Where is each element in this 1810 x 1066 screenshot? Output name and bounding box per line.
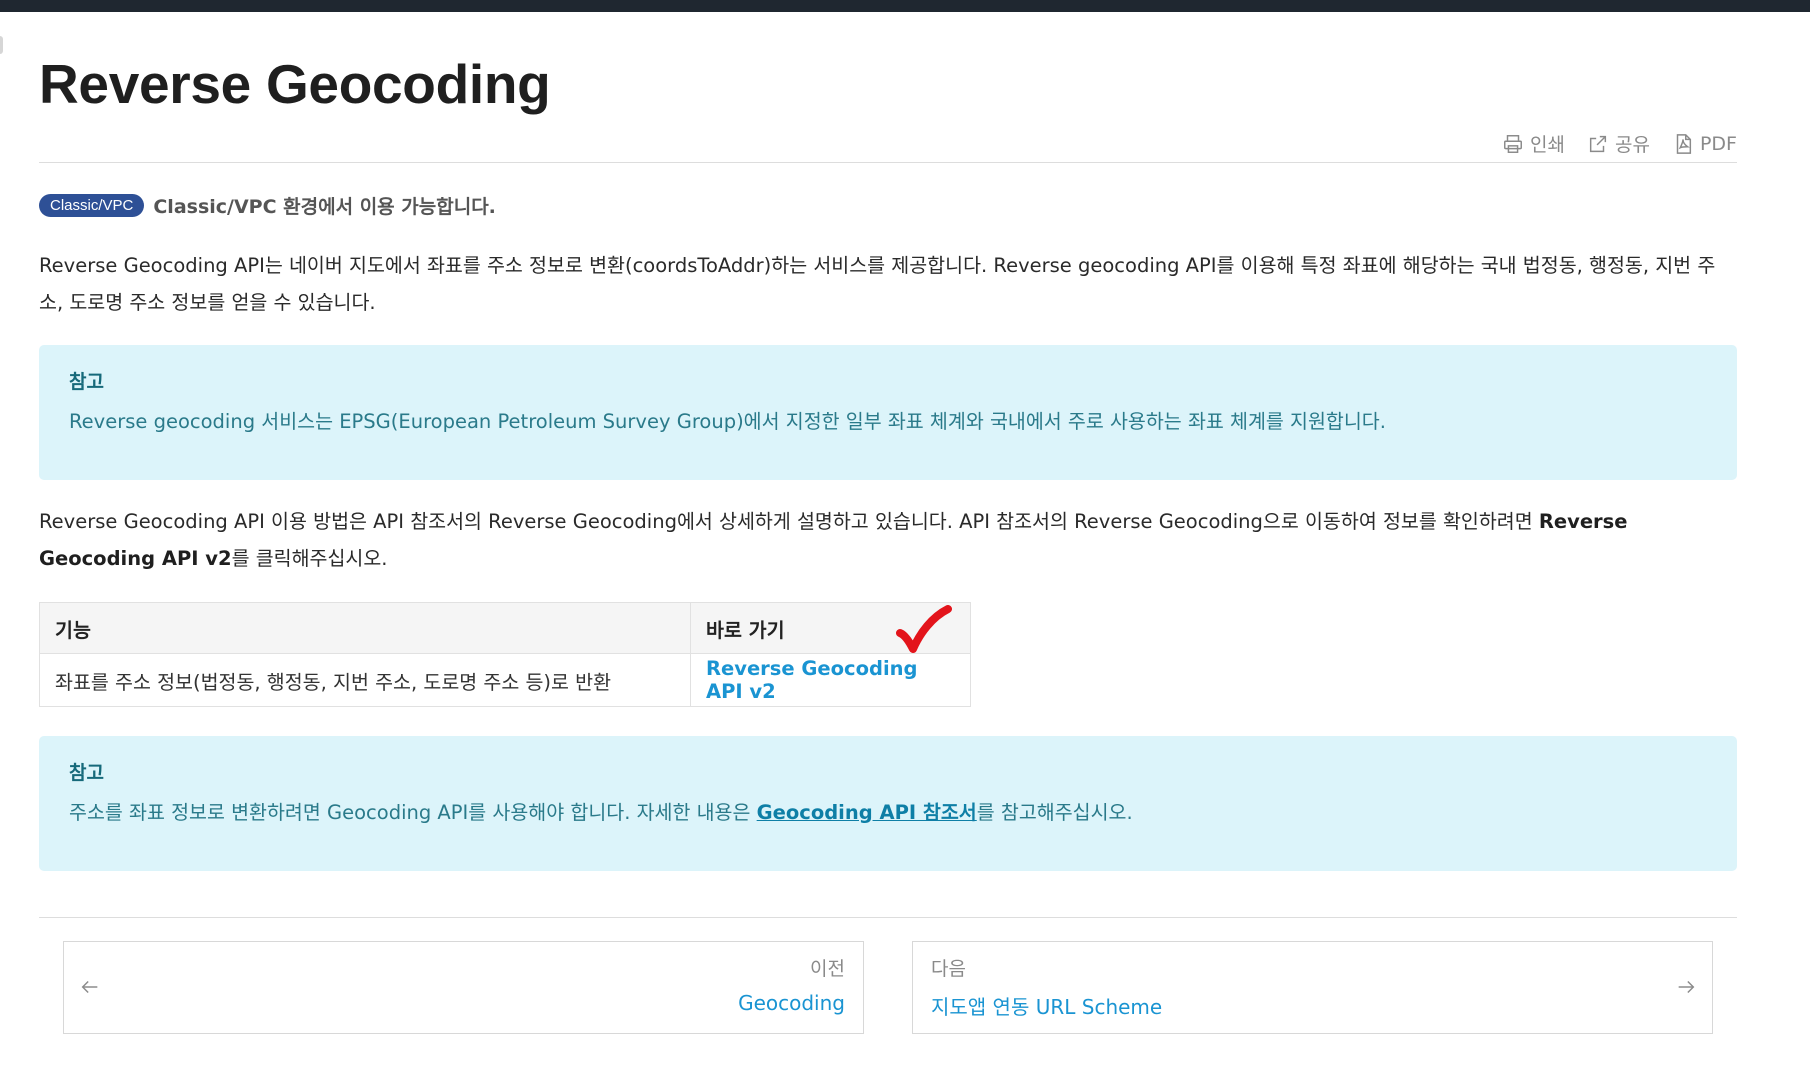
arrow-left-icon <box>81 980 98 994</box>
top-bar <box>0 0 1810 12</box>
usage-paragraph: Reverse Geocoding API 이용 방법은 API 참조서의 Re… <box>39 503 1739 577</box>
prev-label: 이전 <box>810 958 845 980</box>
print-icon <box>1504 134 1523 153</box>
prev-page-button[interactable]: 이전 Geocoding <box>63 941 864 1034</box>
environment-notice: Classic/VPC Classic/VPC 환경에서 이용 가능합니다. <box>39 192 496 219</box>
checkmark-icon <box>896 605 952 653</box>
print-button[interactable]: 인쇄 <box>1502 130 1565 157</box>
header-shortcut-label: 바로 가기 <box>706 618 785 642</box>
pdf-icon <box>1676 133 1692 154</box>
table-header-row: 기능 바로 가기 <box>39 602 971 654</box>
usage-text: Reverse Geocoding API 이용 방법은 API 참조서의 Re… <box>39 510 1539 533</box>
note-title: 참고 <box>69 371 104 393</box>
next-page-button[interactable]: 다음 지도앱 연동 URL Scheme <box>912 941 1713 1034</box>
header-feature: 기능 <box>39 602 691 654</box>
note-box: 참고 Reverse geocoding 서비스는 EPSG(European … <box>39 345 1737 480</box>
print-label: 인쇄 <box>1530 134 1565 156</box>
share-button[interactable]: 공유 <box>1587 130 1650 157</box>
feature-table: 기능 바로 가기 좌표를 주소 정보(법정동, 행정동, 지번 주소, 도로명 … <box>39 602 971 707</box>
divider <box>39 162 1737 163</box>
table-row: 좌표를 주소 정보(법정동, 행정동, 지번 주소, 도로명 주소 등)로 반환… <box>39 653 971 707</box>
note-box: 참고 주소를 좌표 정보로 변환하려면 Geocoding API를 사용해야 … <box>39 736 1737 871</box>
reverse-geocoding-api-v2-link[interactable]: Reverse Geocoding API v2 <box>706 657 917 703</box>
shortcut-cell: Reverse Geocoding API v2 <box>690 653 971 707</box>
divider <box>39 917 1737 918</box>
share-label: 공유 <box>1615 134 1650 156</box>
pdf-label: PDF <box>1699 132 1737 155</box>
note-title: 참고 <box>69 762 104 784</box>
note-text-start: 주소를 좌표 정보로 변환하려면 Geocoding API를 사용해야 합니다… <box>69 801 757 824</box>
pdf-button[interactable]: PDF <box>1672 133 1737 155</box>
geocoding-api-reference-link[interactable]: Geocoding API 참조서 <box>757 801 977 824</box>
next-title[interactable]: 지도앱 연동 URL Scheme <box>931 991 1162 1020</box>
usage-text-end: 를 클릭해주십시오. <box>231 547 388 570</box>
note-text: Reverse geocoding 서비스는 EPSG(European Pet… <box>69 410 1386 433</box>
note-text-end: 를 참고해주십시오. <box>976 801 1133 824</box>
note-text: 주소를 좌표 정보로 변환하려면 Geocoding API를 사용해야 합니다… <box>69 796 1133 825</box>
header-shortcut: 바로 가기 <box>690 602 971 654</box>
next-label: 다음 <box>931 958 966 980</box>
feature-cell: 좌표를 주소 정보(법정동, 행정동, 지번 주소, 도로명 주소 등)로 반환 <box>39 653 691 707</box>
prev-title[interactable]: Geocoding <box>738 991 845 1015</box>
environment-text: Classic/VPC 환경에서 이용 가능합니다. <box>153 196 496 218</box>
intro-paragraph: Reverse Geocoding API는 네이버 지도에서 좌표를 주소 정… <box>39 254 1716 314</box>
page-title: Reverse Geocoding <box>39 53 551 115</box>
environment-badge: Classic/VPC <box>39 194 145 217</box>
arrow-right-icon <box>1678 980 1695 994</box>
share-icon <box>1589 135 1607 152</box>
edge-marker <box>0 36 3 54</box>
toolbar: 인쇄 공유 PDF <box>1502 130 1737 157</box>
